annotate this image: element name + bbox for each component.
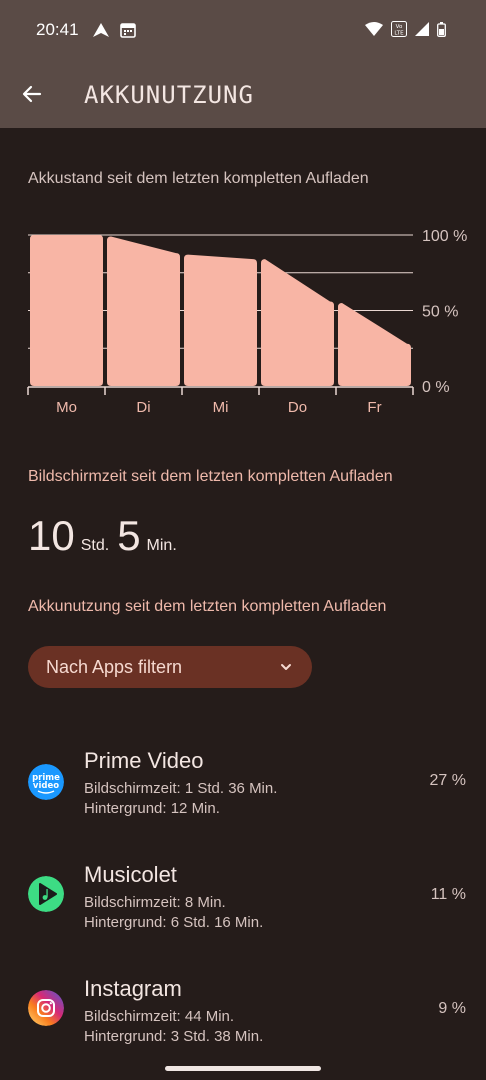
chart-area-day [261, 259, 334, 386]
svg-text:video: video [33, 781, 59, 791]
app-screen-time: Bildschirmzeit: 8 Min. [84, 894, 226, 911]
signal-icon [415, 22, 429, 36]
chart-x-label: Di [136, 399, 150, 416]
chart-area-day [184, 254, 257, 386]
app-screen-time: Bildschirmzeit: 1 Std. 36 Min. [84, 780, 278, 797]
app-usage-percent: 9 % [438, 1000, 466, 1017]
wifi-icon [365, 22, 383, 36]
screen-time-value: 10 Std. 5 Min. [28, 512, 185, 560]
screen-time-minutes-unit: Min. [146, 537, 177, 554]
app-filter-label: Nach Apps filtern [46, 656, 183, 677]
calendar-icon [120, 23, 136, 38]
screen-time-minutes: 5 [117, 512, 141, 559]
chart-area-day [338, 302, 411, 386]
screen-time-hours-unit: Std. [80, 537, 110, 554]
chart-x-label: Mo [56, 399, 77, 416]
chart-y-label: 50 % [422, 304, 458, 321]
chart-area-day [107, 236, 180, 386]
chart-x-label: Do [288, 399, 307, 416]
app-name: Musicolet [84, 862, 177, 887]
chart-x-label: Mi [213, 399, 229, 416]
back-arrow-icon[interactable] [20, 82, 44, 106]
musicolet-icon [28, 876, 64, 912]
status-bar: 20:41 Vo LTE [0, 0, 486, 60]
screen-time-heading: Bildschirmzeit seit dem letzten komplett… [28, 468, 393, 485]
battery-icon [437, 21, 446, 37]
page-title: AKKUNUTZUNG [84, 81, 254, 109]
chart-area-day [30, 235, 103, 386]
app-name: Instagram [84, 976, 182, 1001]
battery-level-heading: Akkustand seit dem letzten kompletten Au… [28, 170, 369, 187]
app-background-time: Hintergrund: 6 Std. 16 Min. [84, 914, 264, 931]
navigation-arrow-icon [93, 23, 109, 37]
app-bar: AKKUNUTZUNG [0, 60, 486, 128]
app-usage-percent: 11 % [430, 886, 466, 903]
battery-level-chart: Mo Di Mi Do Fr 100 % 50 % 0 % [27, 228, 467, 416]
app-name: Prime Video [84, 748, 204, 773]
app-usage-percent: 27 % [429, 772, 466, 789]
prime-video-icon: prime video [28, 764, 64, 800]
status-time: 20:41 [36, 20, 79, 39]
svg-text:Vo: Vo [396, 24, 403, 30]
instagram-icon [28, 990, 64, 1026]
screen-time-hours: 10 [28, 512, 75, 559]
app-row-prime-video[interactable]: prime video Prime Video Bildschirmzeit: … [0, 748, 486, 838]
svg-text:LTE: LTE [394, 31, 404, 37]
app-background-time: Hintergrund: 3 Std. 38 Min. [84, 1028, 264, 1045]
gesture-nav-handle[interactable] [165, 1066, 321, 1071]
volte-icon: VoLTE [391, 21, 407, 37]
app-filter-dropdown[interactable]: Nach Apps filtern [28, 646, 312, 688]
app-background-time: Hintergrund: 12 Min. [84, 800, 220, 817]
chart-x-label: Fr [367, 399, 381, 416]
app-row-musicolet[interactable]: Musicolet Bildschirmzeit: 8 Min. Hinterg… [0, 862, 486, 952]
chart-y-label: 0 % [422, 379, 450, 396]
app-row-instagram[interactable]: Instagram Bildschirmzeit: 44 Min. Hinter… [0, 976, 486, 1066]
chevron-down-icon [281, 664, 291, 670]
battery-usage-heading: Akkunutzung seit dem letzten kompletten … [28, 598, 387, 615]
chart-y-label: 100 % [422, 228, 467, 245]
app-screen-time: Bildschirmzeit: 44 Min. [84, 1008, 235, 1025]
